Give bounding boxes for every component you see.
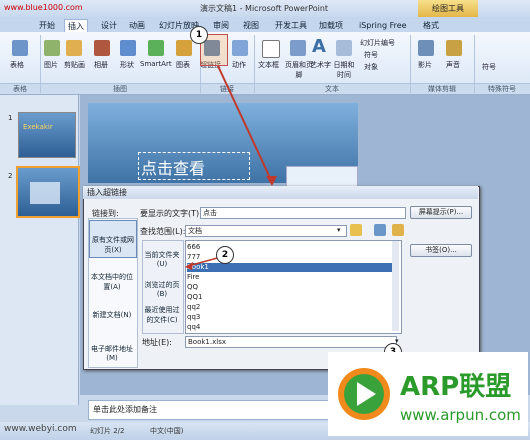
watermark-bottom: www.webyi.com — [4, 424, 77, 434]
play-logo-icon — [338, 368, 390, 420]
status-language: 中文(中国) — [150, 427, 184, 435]
notes-pane[interactable]: 单击此处添加备注 — [88, 400, 344, 420]
logo-url: www.arpun.com — [400, 406, 521, 424]
arp-logo: ARP联盟 www.arpun.com — [328, 352, 528, 436]
callout-1: 1 — [190, 26, 208, 44]
status-slide-count: 幻灯片 2/2 — [90, 427, 125, 435]
logo-brand: ARP联盟 — [400, 372, 512, 402]
callout-2: 2 — [216, 246, 234, 264]
